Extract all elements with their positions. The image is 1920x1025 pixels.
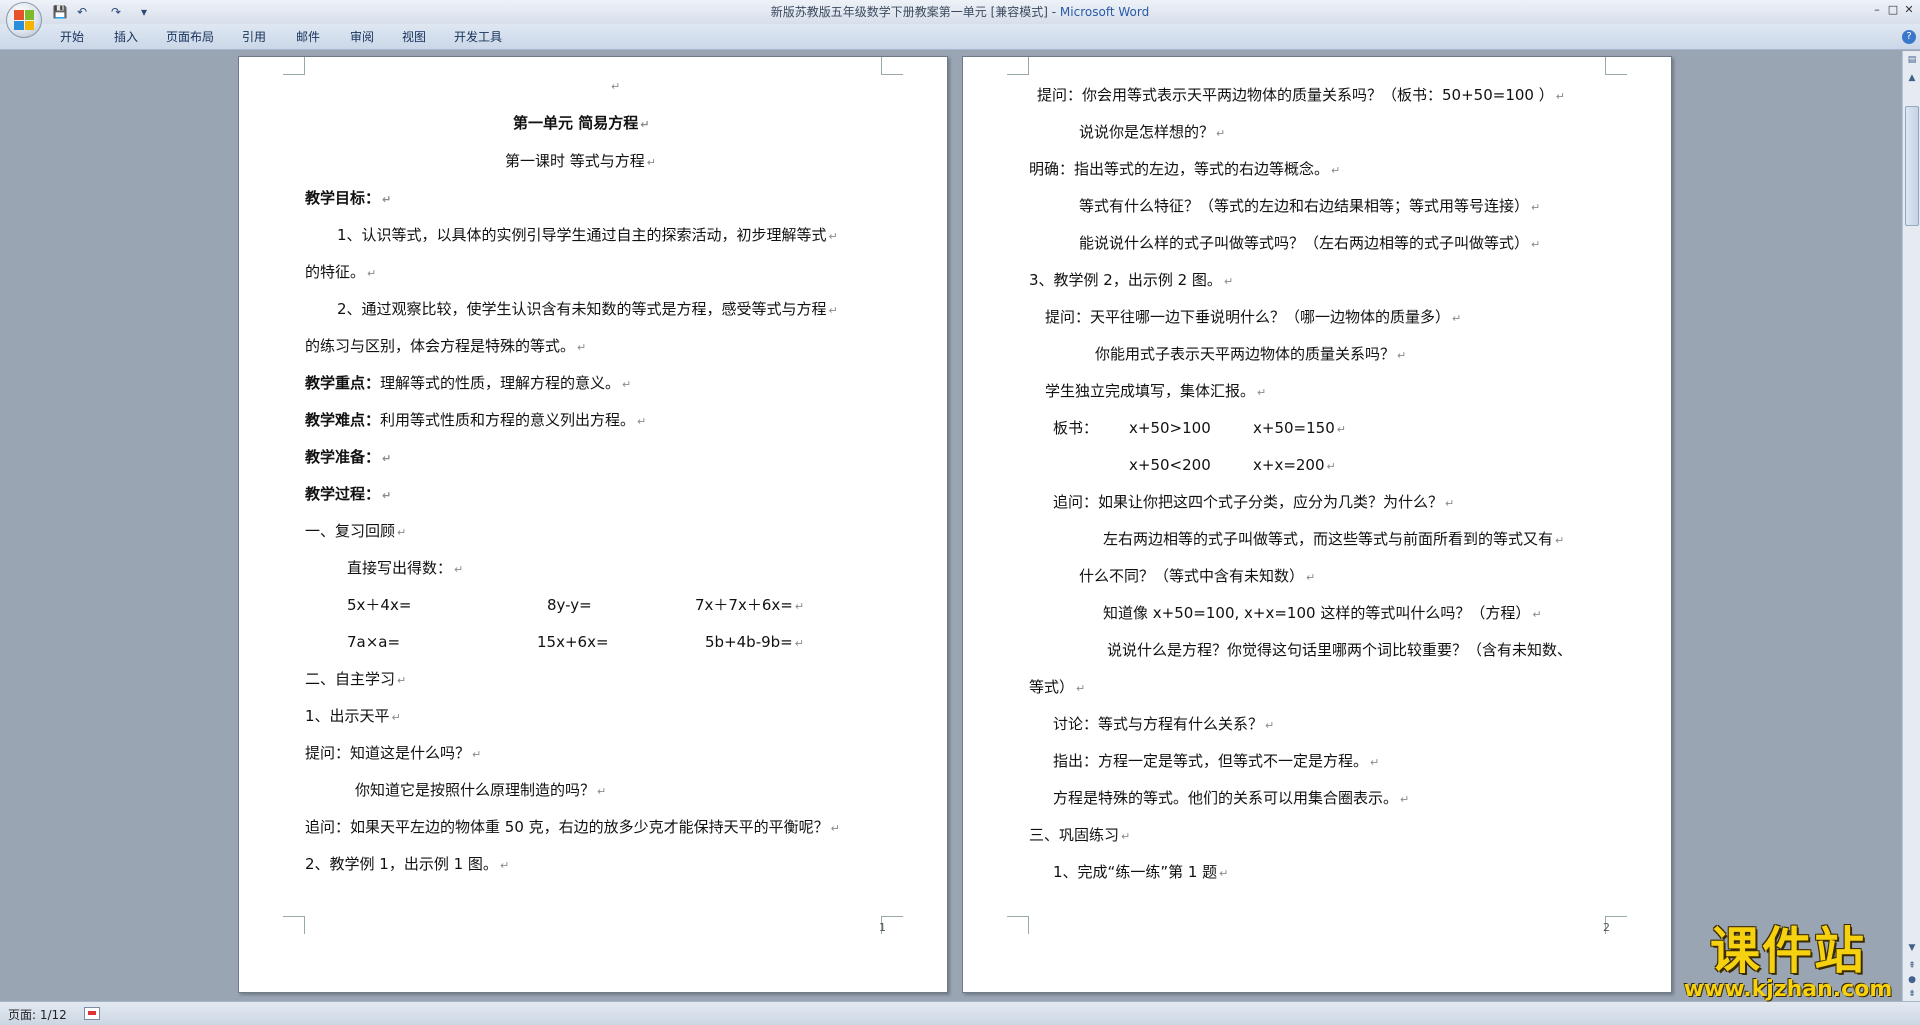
- text-line: 1、认识等式，以具体的实例引导学生通过自主的探索活动，初步理解等式 ↵: [337, 226, 838, 244]
- page-number: 1: [879, 921, 886, 934]
- tab-mailings[interactable]: 邮件: [292, 28, 324, 46]
- tab-references[interactable]: 引用: [238, 28, 270, 46]
- proofing-status-icon[interactable]: [84, 1007, 100, 1020]
- text-line: 等式） ↵: [1029, 678, 1086, 696]
- section-heading: 一、复习回顾 ↵: [305, 522, 407, 540]
- site-watermark-logo: 课件站 www.kjzhan.com: [1668, 924, 1908, 1002]
- expression: x+50<200: [1129, 456, 1211, 474]
- tab-review[interactable]: 审阅: [346, 28, 378, 46]
- watermark-text: 课件站: [1710, 922, 1866, 980]
- margin-corner-mark: [881, 57, 903, 75]
- expression: 7x＋7x＋6x= ↵: [695, 596, 805, 614]
- document-page-1[interactable]: ↵ 第一单元 简易方程 ↵ 第一课时 等式与方程 ↵ 教学目标： ↵ 1、认识等式，以…: [238, 56, 948, 993]
- expression: 7a×a=: [347, 633, 401, 651]
- office-logo-icon: [14, 10, 34, 30]
- margin-corner-mark: [283, 57, 305, 75]
- app-name: Microsoft Word: [1059, 5, 1150, 19]
- document-workspace[interactable]: ↵ 第一单元 简易方程 ↵ 第一课时 等式与方程 ↵ 教学目标： ↵ 1、认识等式，以…: [0, 51, 1900, 1001]
- lesson-title: 第一课时 等式与方程 ↵: [505, 152, 656, 170]
- text-line: 的练习与区别，体会方程是特殊的等式。 ↵: [305, 337, 587, 355]
- status-bar: 页面: 1/12: [0, 1001, 1920, 1025]
- expression: x+x=200 ↵: [1253, 456, 1336, 474]
- ribbon-tab-bar: 开始 插入 页面布局 引用 邮件 审阅 视图 开发工具 ?: [0, 24, 1920, 50]
- paragraph-mark: ↵: [611, 80, 621, 93]
- text-line: 明确：指出等式的左边，等式的右边等概念。 ↵: [1029, 160, 1341, 178]
- text-line: 追问：如果天平左边的物体重 50 克，右边的放多少克才能保持天平的平衡呢？ ↵: [305, 818, 840, 836]
- board-label: 板书：: [1053, 419, 1099, 437]
- text-line: 讨论：等式与方程有什么关系？ ↵: [1053, 715, 1275, 733]
- tab-view[interactable]: 视图: [398, 28, 430, 46]
- section-heading: 二、自主学习 ↵: [305, 670, 407, 688]
- page-number: 2: [1603, 921, 1610, 934]
- text-line: 1、出示天平 ↵: [305, 707, 401, 725]
- margin-corner-mark: [283, 916, 305, 934]
- office-button[interactable]: [6, 2, 42, 38]
- margin-corner-mark: [1007, 57, 1029, 75]
- text-line: 提问：知道这是什么吗？ ↵: [305, 744, 482, 762]
- process-heading: 教学过程： ↵: [305, 485, 392, 503]
- key-points-line: 教学重点：理解等式的性质，理解方程的意义。 ↵: [305, 374, 632, 392]
- text-line: 能说说什么样的式子叫做等式吗？（左右两边相等的式子叫做等式） ↵: [1079, 234, 1541, 252]
- text-line: 学生独立完成填写，集体汇报。 ↵: [1045, 382, 1267, 400]
- text-line: 左右两边相等的式子叫做等式，而这些等式与前面所看到的等式又有 ↵: [1103, 530, 1565, 548]
- help-icon[interactable]: ?: [1902, 30, 1916, 44]
- window-title: 新版苏教版五年级数学下册教案第一单元 [兼容模式] - Microsoft Wo…: [0, 0, 1920, 24]
- text-line: 说说你是怎样想的？ ↵: [1079, 123, 1226, 141]
- text-line: 2、通过观察比较，使学生认识含有未知数的等式是方程，感受等式与方程 ↵: [337, 300, 838, 318]
- expression: 5b+4b-9b= ↵: [705, 633, 804, 651]
- text-line: 直接写出得数： ↵: [347, 559, 464, 577]
- tab-page-layout[interactable]: 页面布局: [162, 28, 218, 46]
- unit-title: 第一单元 简易方程 ↵: [513, 114, 650, 132]
- document-page-2[interactable]: 提问：你会用等式表示天平两边物体的质量关系吗？（板书：50+50=100 ） ↵ …: [962, 56, 1672, 993]
- text-line: 追问：如果让你把这四个式子分类，应分为几类？为什么？ ↵: [1053, 493, 1455, 511]
- vertical-scrollbar[interactable]: ▤ ▲ ▼ ⇞ ● ⇟: [1902, 51, 1920, 1001]
- expression: x+50=150 ↵: [1253, 419, 1346, 437]
- text-line: 等式有什么特征？（等式的左边和右边结果相等；等式用等号连接） ↵: [1079, 197, 1541, 215]
- text-line: 说说什么是方程？你觉得这句话里哪两个词比较重要？（含有未知数、: [1107, 641, 1573, 659]
- page-count-status[interactable]: 页面: 1/12: [8, 1006, 67, 1023]
- expression: 8y-y=: [547, 596, 592, 614]
- margin-corner-mark: [1007, 916, 1029, 934]
- text-line: 你知道它是按照什么原理制造的吗？ ↵: [355, 781, 607, 799]
- ruler-toggle-icon[interactable]: ▤: [1905, 53, 1919, 67]
- text-line: 什么不同？（等式中含有未知数） ↵: [1079, 567, 1316, 585]
- text-line: 指出：方程一定是等式，但等式不一定是方程。 ↵: [1053, 752, 1380, 770]
- watermark-url: www.kjzhan.com: [1683, 977, 1893, 1002]
- text-line: 2、教学例 1，出示例 1 图。 ↵: [305, 855, 510, 873]
- document-title: 新版苏教版五年级数学下册教案第一单元 [兼容模式] -: [770, 5, 1060, 19]
- close-button[interactable]: ✕: [1898, 2, 1920, 18]
- text-line: 你能用式子表示天平两边物体的质量关系吗？ ↵: [1095, 345, 1407, 363]
- tab-insert[interactable]: 插入: [110, 28, 142, 46]
- text-line: 知道像 x+50=100, x+x=100 这样的等式叫什么吗？（方程） ↵: [1103, 604, 1542, 622]
- expression: 15x+6x=: [537, 633, 609, 651]
- scroll-up-icon[interactable]: ▲: [1905, 71, 1919, 85]
- text-line: 的特征。 ↵: [305, 263, 377, 281]
- section-heading: 三、巩固练习 ↵: [1029, 826, 1131, 844]
- text-line: 方程是特殊的等式。他们的关系可以用集合圈表示。 ↵: [1053, 789, 1410, 807]
- difficulties-line: 教学难点：利用等式性质和方程的意义列出方程。 ↵: [305, 411, 647, 429]
- preparation-heading: 教学准备： ↵: [305, 448, 392, 466]
- expression: 5x＋4x=: [347, 596, 412, 614]
- tab-developer[interactable]: 开发工具: [450, 28, 506, 46]
- text-line: 提问：你会用等式表示天平两边物体的质量关系吗？（板书：50+50=100 ） ↵: [1037, 86, 1565, 104]
- title-bar: 💾 ↶ ↷ ▾ 新版苏教版五年级数学下册教案第一单元 [兼容模式] - Micr…: [0, 0, 1920, 38]
- margin-corner-mark: [1605, 57, 1627, 75]
- text-line: 提问：天平往哪一边下垂说明什么？（哪一边物体的质量多） ↵: [1045, 308, 1462, 326]
- tab-home[interactable]: 开始: [56, 28, 88, 46]
- scroll-thumb[interactable]: [1905, 106, 1919, 226]
- expression: x+50>100: [1129, 419, 1211, 437]
- text-line: 1、完成“练一练”第 1 题 ↵: [1053, 863, 1229, 881]
- text-line: 3、教学例 2，出示例 2 图。 ↵: [1029, 271, 1234, 289]
- teaching-goals-heading: 教学目标： ↵: [305, 189, 392, 207]
